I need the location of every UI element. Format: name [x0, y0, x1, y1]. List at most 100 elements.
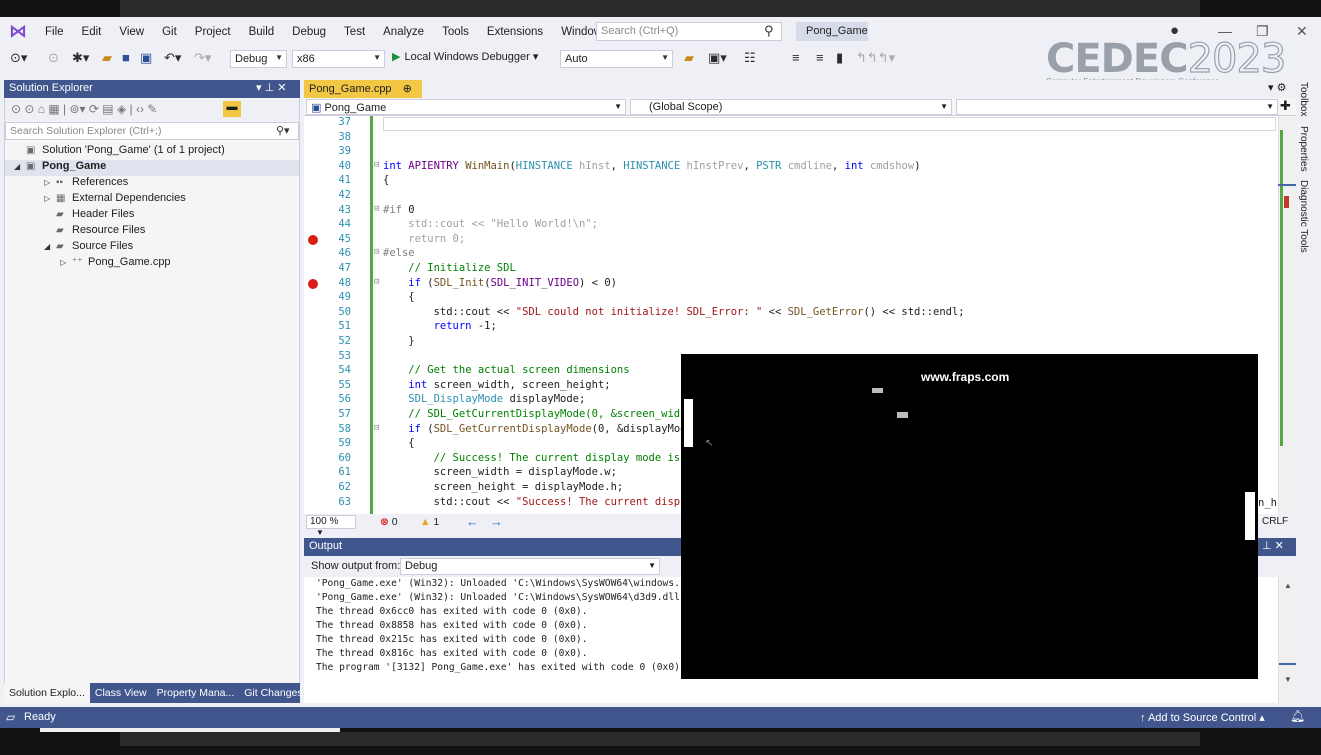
undo-icon[interactable]: ↶▾	[164, 50, 181, 66]
code-line[interactable]: 40 ⊟ int APIENTRY WinMain(HINSTANCE hInst,…	[304, 160, 1284, 175]
code-line[interactable]: 42	[304, 189, 1284, 204]
notifications-icon[interactable]: 🔔︎	[1290, 709, 1305, 723]
expander-icon[interactable]: ▷	[44, 194, 56, 203]
code-line[interactable]: 49 {	[304, 291, 1284, 306]
configuration-select[interactable]: Debug ▼	[230, 50, 287, 68]
code-line[interactable]: 37	[304, 116, 1284, 131]
save-all-icon[interactable]: ▣	[140, 50, 152, 66]
toolbox-tab[interactable]: Toolbox	[1298, 82, 1309, 116]
menu-git[interactable]: Git	[153, 26, 186, 38]
save-icon[interactable]: ■	[122, 50, 130, 65]
solution-explorer-search[interactable]: Search Solution Explorer (Ctrl+;)	[5, 122, 299, 140]
menu-test[interactable]: Test	[335, 26, 374, 38]
code-line[interactable]: 39	[304, 145, 1284, 160]
code-line[interactable]: 48 ⊟ if (SDL_Init(SDL_INIT_VIDEO) < 0)	[304, 277, 1284, 292]
code-line[interactable]: 38	[304, 131, 1284, 146]
fold-toggle-icon[interactable]: ⊟	[374, 160, 379, 170]
open-file-icon[interactable]: ▰	[102, 50, 112, 66]
tree-item[interactable]: ◢ ▰ Source Files	[14, 240, 298, 256]
search-icon[interactable]: ⚲	[764, 23, 774, 39]
search-icon[interactable]: ⚲▾	[276, 124, 290, 137]
output-source-select[interactable]: Debug ▼	[400, 558, 660, 575]
browser-link-icon[interactable]: ▣▾	[708, 50, 727, 66]
fold-toggle-icon[interactable]: ⊟	[374, 423, 379, 433]
debug-mode-select[interactable]: Auto ▼	[560, 50, 673, 68]
code-line[interactable]: 51 return -1;	[304, 320, 1284, 335]
tab-options-icon[interactable]: ▾ ⚙	[1268, 81, 1286, 94]
tree-item[interactable]: ▣ Solution 'Pong_Game' (1 of 1 project)	[14, 144, 298, 160]
warning-count[interactable]: ▲ 1	[420, 516, 439, 528]
error-count[interactable]: ⊗ 0	[380, 516, 398, 528]
split-editor-icon[interactable]: ✚	[1280, 98, 1291, 114]
code-line[interactable]: 50 std::cout << "SDL could not initializ…	[304, 306, 1284, 321]
menu-tools[interactable]: Tools	[433, 26, 478, 38]
tab-pong-game-cpp[interactable]: Pong_Game.cpp ⊕ ✕	[304, 80, 422, 108]
tree-item[interactable]: ▷ ▪▪ References	[14, 176, 298, 192]
se-toolbar-icons[interactable]: ⊙ ⊙ ⌂ ▦ | ⊚▾ ⟳ ▤ ◈ | ‹› ✎	[11, 102, 157, 116]
redo-icon[interactable]: ↷▾	[194, 50, 211, 66]
expander-icon[interactable]: ▷	[60, 258, 72, 267]
fold-toggle-icon[interactable]: ⊟	[374, 204, 379, 214]
scope-nav-select[interactable]: (Global Scope) ▼	[630, 99, 952, 115]
new-project-icon[interactable]: ✱▾	[72, 50, 89, 66]
add-to-source-control-button[interactable]: ↑ Add to Source Control ▴	[1140, 711, 1265, 724]
tree-item[interactable]: ▰ Resource Files	[14, 224, 298, 240]
find-in-files-icon[interactable]: ▰	[684, 50, 694, 66]
line-ending-label[interactable]: CRLF	[1262, 516, 1288, 527]
tree-item[interactable]: ◢ ▣ Pong_Game	[14, 160, 298, 176]
visual-studio-logo-icon[interactable]: ⋈	[0, 17, 36, 46]
close-window-icon[interactable]: ✕	[1296, 23, 1308, 40]
search-input[interactable]: Search (Ctrl+Q)	[596, 22, 782, 41]
code-line[interactable]: 41 {	[304, 174, 1284, 189]
se-tab[interactable]: Property Mana...	[152, 683, 240, 703]
menu-extensions[interactable]: Extensions	[478, 26, 552, 38]
menu-view[interactable]: View	[110, 26, 153, 38]
navigate-back-icon[interactable]: ⊙▾	[10, 50, 27, 66]
output-panel-controls-icon[interactable]: ⊥ ✕	[1262, 539, 1284, 552]
menu-project[interactable]: Project	[186, 26, 240, 38]
menu-edit[interactable]: Edit	[73, 26, 111, 38]
code-line[interactable]: 45 return 0;	[304, 233, 1284, 248]
bookmark-icon[interactable]: ▮	[836, 50, 843, 66]
zoom-select[interactable]: 100 % ▼	[306, 515, 356, 537]
expander-icon[interactable]: ◢	[44, 242, 56, 251]
expander-icon[interactable]: ▷	[44, 178, 56, 187]
expander-icon[interactable]: ◢	[14, 162, 26, 171]
diagnostic-tools-tab[interactable]: Diagnostic Tools	[1298, 180, 1309, 253]
bookmark-nav-icon[interactable]: ↰↰↰▾	[856, 50, 895, 66]
preview-selected-icon[interactable]: ▬	[223, 101, 241, 117]
scroll-down-icon[interactable]: ▼	[1284, 675, 1292, 684]
properties-tab[interactable]: Properties	[1298, 126, 1309, 172]
navigate-forward-icon[interactable]: ⊙	[48, 50, 59, 66]
uncomment-icon[interactable]: ≡	[816, 50, 824, 65]
issue-navigation-icon[interactable]: ← →	[466, 514, 503, 529]
pin-icon[interactable]: ⊕	[403, 83, 412, 95]
project-nav-select[interactable]: ▣ Pong_Game ▼	[306, 99, 626, 115]
solution-explorer-icon[interactable]: ☷	[744, 50, 756, 66]
menu-file[interactable]: File	[36, 26, 73, 38]
code-line[interactable]: 46 ⊟ #else	[304, 247, 1284, 262]
menu-debug[interactable]: Debug	[283, 26, 335, 38]
breakpoint-icon[interactable]	[308, 234, 318, 245]
se-tab[interactable]: Class View	[90, 683, 152, 703]
code-line[interactable]: 47 // Initialize SDL	[304, 262, 1284, 277]
menu-build[interactable]: Build	[240, 26, 284, 38]
tree-item[interactable]: ▷ ▦ External Dependencies	[14, 192, 298, 208]
code-line[interactable]: 43 ⊟ #if 0	[304, 204, 1284, 219]
scroll-up-icon[interactable]: ▲	[1284, 581, 1292, 590]
breakpoint-icon[interactable]	[308, 278, 318, 289]
start-debugging-button[interactable]: ▶ Local Windows Debugger ▾	[392, 50, 538, 63]
se-tab[interactable]: Solution Explo...	[4, 683, 90, 703]
tree-item[interactable]: ▷ ⁺⁺ Pong_Game.cpp	[14, 256, 298, 272]
output-scrollbar[interactable]: ▲ ▼	[1278, 577, 1296, 703]
code-line[interactable]: 44 std::cout << "Hello World!\n";	[304, 218, 1284, 233]
panel-options-icon[interactable]: ▾ ⊥ ✕	[256, 81, 286, 94]
se-tab[interactable]: Git Changes	[239, 683, 307, 703]
platform-select[interactable]: x86 ▼	[292, 50, 385, 68]
pong-game-window[interactable]	[681, 354, 1258, 679]
code-line[interactable]: 52 }	[304, 335, 1284, 350]
comment-icon[interactable]: ≡	[792, 50, 800, 65]
menu-analyze[interactable]: Analyze	[374, 26, 433, 38]
member-nav-select[interactable]: ▼	[956, 99, 1278, 115]
tree-item[interactable]: ▰ Header Files	[14, 208, 298, 224]
